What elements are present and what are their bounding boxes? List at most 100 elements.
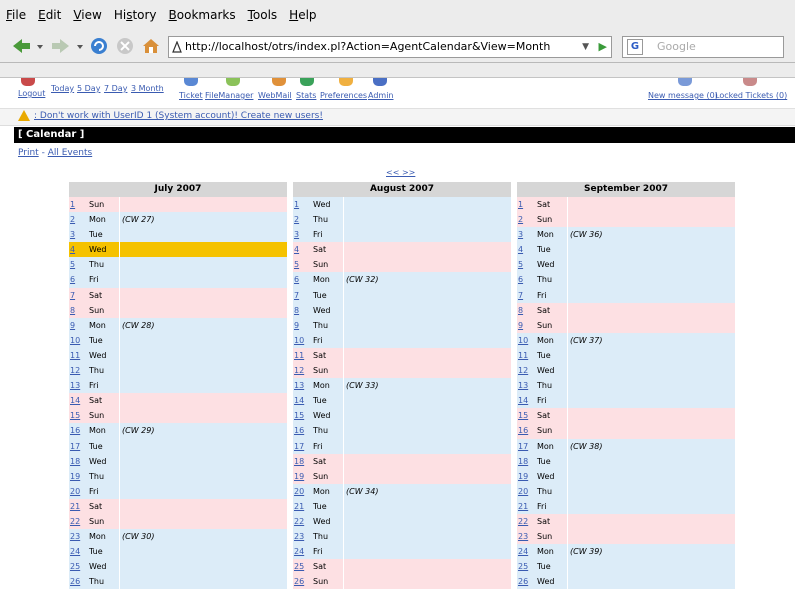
day-number-link[interactable]: 4 [69, 242, 87, 257]
day-row[interactable]: 23 Mon (CW 30) [69, 529, 287, 545]
today-link[interactable]: Today [51, 84, 74, 93]
day-row[interactable]: 4 Sat [293, 242, 511, 258]
day-number-link[interactable]: 5 [517, 257, 535, 272]
day-row[interactable]: 5 Thu [69, 257, 287, 273]
day-number-link[interactable]: 23 [517, 529, 535, 544]
menu-history[interactable]: History [114, 8, 157, 22]
day-row[interactable]: 14 Fri [517, 393, 735, 409]
day-row[interactable]: 25 Tue [517, 559, 735, 575]
day-row[interactable]: 3 Tue [69, 227, 287, 243]
day-number-link[interactable]: 6 [517, 272, 535, 287]
day-number-link[interactable]: 2 [69, 212, 87, 227]
day-row[interactable]: 19 Sun [293, 468, 511, 484]
day-row[interactable]: 24 Fri [293, 544, 511, 560]
day-row[interactable]: 8 Wed [293, 302, 511, 318]
ticket-link[interactable]: Ticket [179, 91, 203, 100]
day-row[interactable]: 6 Thu [517, 272, 735, 288]
day-number-link[interactable]: 25 [69, 559, 87, 574]
day-number-link[interactable]: 12 [293, 363, 311, 378]
day-row[interactable]: 2 Mon (CW 27) [69, 212, 287, 228]
day-row[interactable]: 9 Mon (CW 28) [69, 317, 287, 333]
day-number-link[interactable]: 20 [293, 484, 311, 499]
day-row[interactable]: 26 Sun [293, 574, 511, 590]
day-row[interactable]: 10 Fri [293, 332, 511, 348]
day-row[interactable]: 20 Thu [517, 483, 735, 499]
day-row[interactable]: 10 Mon (CW 37) [517, 332, 735, 348]
day-number-link[interactable]: 16 [517, 423, 535, 438]
day-number-link[interactable]: 18 [517, 454, 535, 469]
day-number-link[interactable]: 2 [293, 212, 311, 227]
locked-tickets-link[interactable]: Locked Tickets (0) [715, 91, 787, 100]
day-row[interactable]: 11 Wed [69, 347, 287, 364]
day-number-link[interactable]: 23 [69, 529, 87, 544]
day-number-link[interactable]: 17 [69, 439, 87, 454]
day-row[interactable]: 13 Mon (CW 33) [293, 378, 511, 394]
day-number-link[interactable]: 8 [517, 303, 535, 318]
day-row[interactable]: 22 Sun [69, 513, 287, 530]
day-number-link[interactable]: 1 [517, 197, 535, 212]
day-number-link[interactable]: 24 [69, 544, 87, 559]
menu-help[interactable]: Help [289, 8, 316, 22]
day-number-link[interactable]: 13 [293, 378, 311, 393]
day-row[interactable]: 26 Thu [69, 574, 287, 590]
day-number-link[interactable]: 3 [69, 227, 87, 242]
day-row[interactable]: 16 Thu [293, 423, 511, 439]
day-row[interactable]: 1 Sun [69, 197, 287, 213]
back-icon[interactable] [10, 35, 32, 57]
admin-link[interactable]: Admin [368, 91, 394, 100]
day-row[interactable]: 10 Tue [69, 332, 287, 348]
day-row[interactable]: 18 Sat [293, 453, 511, 469]
day-number-link[interactable]: 16 [293, 423, 311, 438]
day-row[interactable]: 25 Wed [69, 559, 287, 575]
reload-icon[interactable] [88, 35, 110, 57]
day-number-link[interactable]: 12 [69, 363, 87, 378]
day-number-link[interactable]: 21 [517, 499, 535, 514]
day-number-link[interactable]: 19 [293, 469, 311, 484]
day-row[interactable]: 7 Sat [69, 287, 287, 303]
day-row[interactable]: 13 Thu [517, 378, 735, 394]
day-number-link[interactable]: 7 [517, 288, 535, 303]
day-number-link[interactable]: 13 [69, 378, 87, 393]
day-row[interactable]: 1 Sat [517, 197, 735, 213]
day-row[interactable]: 24 Tue [69, 544, 287, 560]
day-row[interactable]: 15 Wed [293, 408, 511, 424]
day-number-link[interactable]: 18 [293, 454, 311, 469]
day-row[interactable]: 23 Sun [517, 529, 735, 545]
day-number-link[interactable]: 20 [517, 484, 535, 499]
day-number-link[interactable]: 3 [517, 227, 535, 242]
day-number-link[interactable]: 14 [293, 393, 311, 408]
day-row[interactable]: 4 Tue [517, 242, 735, 258]
day-number-link[interactable]: 5 [69, 257, 87, 272]
day-number-link[interactable]: 16 [69, 423, 87, 438]
day-row[interactable]: 14 Sat [69, 393, 287, 409]
day-number-link[interactable]: 12 [517, 363, 535, 378]
day-row[interactable]: 6 Mon (CW 32) [293, 272, 511, 288]
menu-tools[interactable]: Tools [248, 8, 278, 22]
day-number-link[interactable]: 22 [293, 514, 311, 529]
all-events-link[interactable]: All Events [48, 148, 93, 158]
day-row[interactable]: 2 Thu [293, 212, 511, 228]
5day-link[interactable]: 5 Day [77, 84, 100, 93]
day-number-link[interactable]: 25 [293, 559, 311, 574]
day-number-link[interactable]: 9 [293, 318, 311, 333]
search-input[interactable]: G Google [622, 36, 784, 58]
day-number-link[interactable]: 24 [517, 544, 535, 559]
day-row[interactable]: 25 Sat [293, 559, 511, 575]
day-row[interactable]: 4 Wed [69, 242, 287, 258]
logout-link[interactable]: Logout [18, 89, 45, 98]
day-row[interactable]: 7 Tue [293, 287, 511, 303]
webmail-link[interactable]: WebMail [258, 91, 292, 100]
day-row[interactable]: 15 Sat [517, 408, 735, 424]
day-row[interactable]: 19 Wed [517, 468, 735, 484]
ticket-icon[interactable] [184, 78, 198, 86]
day-number-link[interactable]: 26 [517, 574, 535, 589]
day-row[interactable]: 20 Mon (CW 34) [293, 483, 511, 499]
day-number-link[interactable]: 15 [517, 408, 535, 423]
day-row[interactable]: 12 Sun [293, 363, 511, 379]
day-number-link[interactable]: 11 [69, 348, 87, 363]
day-number-link[interactable]: 24 [293, 544, 311, 559]
day-row[interactable]: 2 Sun [517, 212, 735, 228]
day-number-link[interactable]: 3 [293, 227, 311, 242]
day-row[interactable]: 19 Thu [69, 468, 287, 484]
day-row[interactable]: 17 Fri [293, 438, 511, 454]
